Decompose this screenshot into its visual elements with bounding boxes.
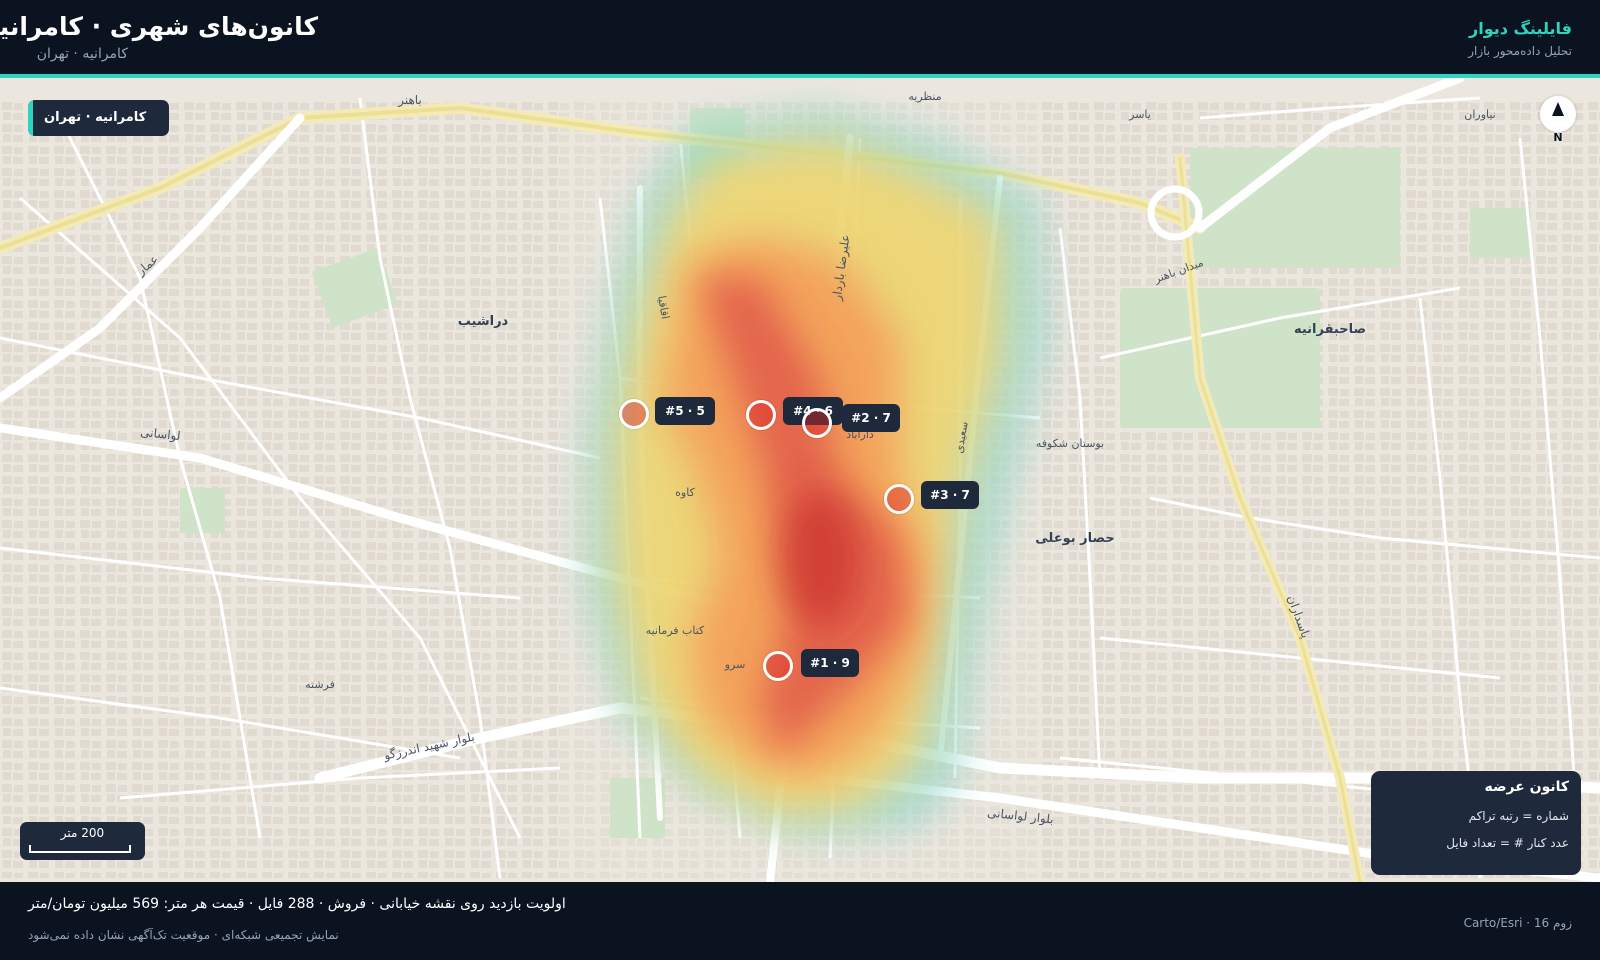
label-ketab: کتاب فرمانیه bbox=[646, 624, 705, 637]
legend-title: کانون عرضه bbox=[1484, 779, 1569, 795]
page-title: کانون‌های شهری · کامرانیه bbox=[0, 12, 318, 41]
location-chip-accent bbox=[28, 100, 33, 136]
label-niavaran: نیاوران bbox=[1464, 108, 1496, 121]
label-darabad: دراشیب bbox=[458, 314, 509, 329]
hotspot-marker-5[interactable] bbox=[619, 399, 649, 429]
legend-line-count: عدد کنار # = تعداد فایل bbox=[1446, 836, 1569, 850]
location-chip[interactable]: کامرانیه · تهران bbox=[28, 100, 169, 136]
label-bahonar: باهنر bbox=[397, 93, 422, 108]
label-kaveh: کاوه bbox=[675, 486, 695, 499]
hotspot-marker-4[interactable] bbox=[746, 400, 776, 430]
map-canvas[interactable]: دراشیب صاحبقرانیه حصار بوعلی بوستان شکوف… bbox=[0, 78, 1600, 882]
location-chip-label: کامرانیه · تهران bbox=[44, 110, 147, 125]
heat-core bbox=[780, 488, 860, 628]
park-small-1 bbox=[180, 488, 225, 533]
hotspot-marker-1[interactable] bbox=[763, 651, 793, 681]
hotspot-badge-3[interactable]: #3 · 7 bbox=[921, 481, 979, 509]
hotspot-marker-2[interactable] bbox=[802, 408, 832, 438]
hotspot-badge-1[interactable]: #1 · 9 bbox=[801, 649, 859, 677]
footer-bar: اولویت بازدید روی نقشه خیابانی · فروش · … bbox=[0, 882, 1600, 960]
scale-line bbox=[29, 845, 131, 853]
label-park: بوستان شکوفه bbox=[1036, 437, 1104, 450]
compass[interactable]: N bbox=[1540, 96, 1576, 144]
page-subtitle: کامرانیه · تهران bbox=[36, 46, 128, 62]
footer-stats: اولویت بازدید روی نقشه خیابانی · فروش · … bbox=[28, 896, 566, 912]
label-sahebgharanieh: صاحبقرانیه bbox=[1294, 322, 1366, 337]
map-attribution: Carto/Esri · زوم 16 bbox=[1463, 916, 1572, 930]
hotspot-badge-5[interactable]: #5 · 5 bbox=[655, 397, 715, 425]
park-small-4 bbox=[1470, 208, 1530, 258]
brand-tagline: تحلیل داده‌محور بازار bbox=[1468, 44, 1572, 58]
label-fereshteh: فرشته bbox=[305, 678, 335, 691]
street-map[interactable]: دراشیب صاحبقرانیه حصار بوعلی بوستان شکوف… bbox=[0, 78, 1600, 882]
label-manzarieh: منظریه bbox=[908, 90, 941, 103]
hotspot-badge-2[interactable]: #2 · 7 bbox=[842, 404, 900, 432]
compass-north-label: N bbox=[1553, 131, 1563, 144]
label-sarv: سرو bbox=[724, 658, 746, 671]
label-hesar-booali: حصار بوعلی bbox=[1035, 531, 1114, 546]
legend-panel: کانون عرضه شماره = رتبه تراکم عدد کنار #… bbox=[1371, 771, 1581, 875]
brand-name: فایلینگ دیوار bbox=[1469, 19, 1572, 38]
scale-label: 200 متر bbox=[60, 826, 105, 840]
park-east-2 bbox=[1120, 288, 1320, 428]
scale-bar: 200 متر bbox=[20, 822, 145, 860]
legend-line-rank: شماره = رتبه تراکم bbox=[1468, 809, 1569, 823]
compass-arrow-icon bbox=[1552, 102, 1564, 116]
header-bar: کانون‌های شهری · کامرانیه کامرانیه · تهر… bbox=[0, 0, 1600, 74]
hotspot-marker-3[interactable] bbox=[884, 484, 914, 514]
footer-note: نمایش تجمیعی شبکه‌ای · موقعیت تک‌آگهی نش… bbox=[28, 928, 339, 942]
label-yaser: یاسر bbox=[1128, 108, 1151, 121]
